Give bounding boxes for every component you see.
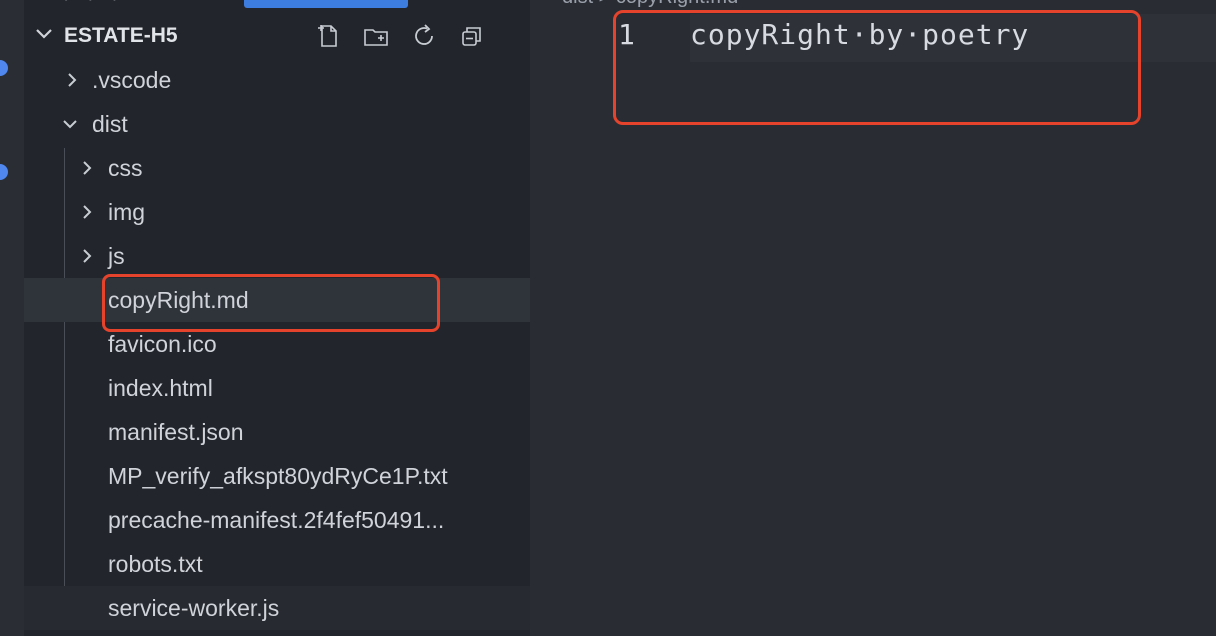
- tree-item-precache-manifest[interactable]: precache-manifest.2f4fef50491...: [24, 498, 530, 542]
- activity-bar: [0, 0, 24, 636]
- chevron-right-icon: [76, 201, 98, 223]
- tree-item-label: .vscode: [92, 66, 172, 93]
- notification-badge[interactable]: [0, 60, 8, 76]
- chevron-down-icon: [59, 113, 81, 135]
- tree-item-label: js: [108, 242, 125, 269]
- collapse-all-icon[interactable]: [458, 22, 486, 50]
- tree-item-img[interactable]: img: [24, 190, 530, 234]
- editor-pane[interactable]: dist > copyRight.md 1 copyRight·by·poetr…: [530, 0, 1216, 636]
- annotation-highlight-box: [102, 274, 440, 332]
- explorer-actions: [314, 14, 486, 58]
- tree-item-mp-verify[interactable]: MP_verify_afkspt80ydRyCe1P.txt: [24, 454, 530, 498]
- toolbar-icons-fragment: •••: [64, 0, 234, 6]
- tree-item-index-html[interactable]: index.html: [24, 366, 530, 410]
- tree-item-label: service-worker.js: [108, 594, 280, 621]
- new-file-icon[interactable]: [314, 22, 342, 50]
- tree-item-js[interactable]: js: [24, 234, 530, 278]
- refresh-icon[interactable]: [410, 22, 438, 50]
- tree-item-label: dist: [92, 110, 128, 137]
- tree-item-label: index.html: [108, 374, 213, 401]
- notification-badge[interactable]: [0, 164, 8, 180]
- annotation-highlight-box: [613, 10, 1141, 125]
- chevron-right-icon: [76, 157, 98, 179]
- new-folder-icon[interactable]: [362, 22, 390, 50]
- tree-item-robots-txt[interactable]: robots.txt: [24, 542, 530, 586]
- tree-item-vscode[interactable]: .vscode: [24, 58, 530, 102]
- chevron-down-icon: [24, 22, 64, 50]
- explorer-sidebar: ••• ESTATE-H5 .vscode: [24, 0, 530, 636]
- tree-item-label: css: [108, 154, 143, 181]
- explorer-section-title: ESTATE-H5: [64, 24, 178, 47]
- tree-item-label: robots.txt: [108, 550, 203, 577]
- tree-item-manifest-json[interactable]: manifest.json: [24, 410, 530, 454]
- chevron-right-icon: [76, 245, 98, 267]
- tree-item-label: img: [108, 198, 146, 225]
- chevron-right-icon: [61, 69, 83, 91]
- tree-item-css[interactable]: css: [24, 146, 530, 190]
- tree-item-dist[interactable]: dist: [24, 102, 530, 146]
- tree-item-service-worker[interactable]: service-worker.js: [24, 586, 530, 630]
- breadcrumb[interactable]: dist > copyRight.md: [562, 0, 738, 9]
- tree-item-label: precache-manifest.2f4fef50491...: [108, 506, 445, 533]
- tree-item-label: favicon.ico: [108, 330, 217, 357]
- tree-item-label: manifest.json: [108, 418, 244, 445]
- tree-item-label: MP_verify_afkspt80ydRyCe1P.txt: [108, 462, 448, 489]
- top-tab-fragment[interactable]: [244, 0, 408, 8]
- explorer-section-header[interactable]: ESTATE-H5: [24, 14, 530, 58]
